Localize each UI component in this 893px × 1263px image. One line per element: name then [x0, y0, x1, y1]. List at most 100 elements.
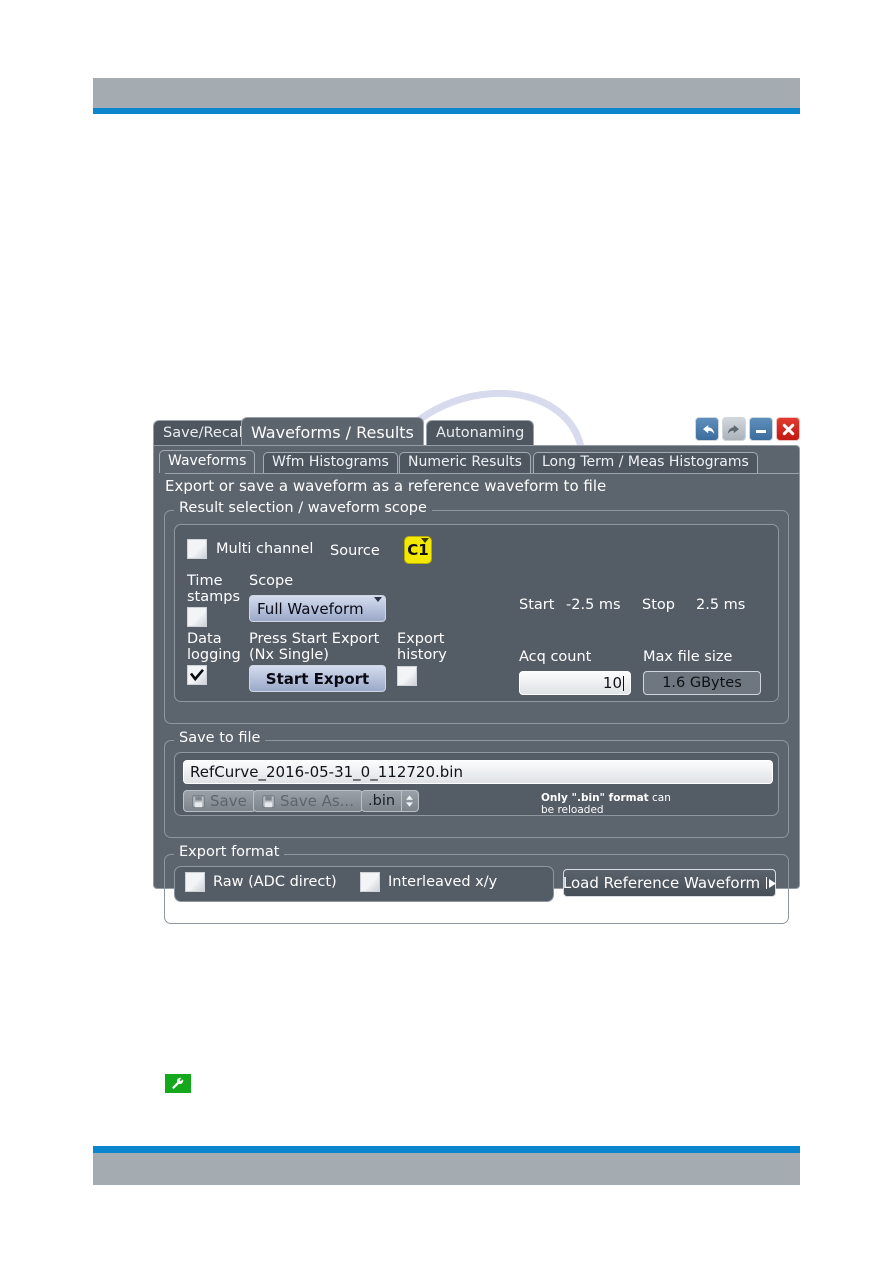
bin-format-note: Only ".bin" format can be reloaded — [541, 792, 671, 816]
subtab-waveforms[interactable]: Waveforms — [159, 450, 256, 473]
time-stamps-label-line2: stamps — [187, 589, 241, 605]
dialog-body: Waveforms Wfm Histograms Numeric Results… — [153, 445, 800, 924]
back-arrow-icon[interactable] — [695, 417, 719, 441]
press-start-export-line1: Press Start Export — [249, 631, 380, 647]
dialog-titlebar: Save/Recall Waveforms / Results Autonami… — [153, 417, 800, 445]
bin-format-note-line2: be reloaded — [541, 804, 604, 816]
tab-autonaming[interactable]: Autonaming — [426, 420, 535, 445]
start-label: Start — [519, 597, 555, 613]
floppy-icon — [192, 794, 205, 808]
press-start-export-line2: (Nx Single) — [249, 647, 329, 663]
file-format-spinner[interactable]: .bin — [361, 790, 419, 812]
export-history-label-line1: Export — [397, 631, 445, 647]
save-to-file-inner: RefCurve_2016-05-31_0_112720.bin Save Sa… — [174, 752, 779, 816]
time-stamps-checkbox[interactable] — [187, 607, 207, 627]
wrench-icon — [165, 1074, 191, 1093]
subtab-numeric-results-label: Numeric Results — [408, 454, 522, 470]
data-logging-label-line2: logging — [187, 647, 241, 663]
forward-arrow-icon[interactable] — [722, 417, 746, 441]
source-value: C1 — [407, 541, 429, 559]
data-logging-label: Data logging — [187, 631, 241, 663]
interleaved-xy-checkbox[interactable] — [360, 872, 380, 892]
start-value: -2.5 ms — [566, 597, 621, 613]
window-controls — [695, 417, 800, 441]
result-selection-group: Result selection / waveform scope Multi … — [164, 500, 789, 724]
page-footer-bar — [93, 1146, 800, 1185]
export-format-group: Export format Raw (ADC direct) Interleav… — [164, 844, 789, 924]
export-history-checkbox[interactable] — [397, 666, 417, 686]
acq-count-input[interactable]: 10 — [519, 671, 631, 695]
bin-format-note-rest: can — [648, 792, 671, 804]
minimize-icon[interactable] — [749, 417, 773, 441]
max-file-size-label: Max file size — [643, 649, 733, 665]
start-export-button[interactable]: Start Export — [249, 665, 386, 692]
tab-autonaming-label: Autonaming — [436, 425, 525, 441]
scope-dropdown[interactable]: Full Waveform — [249, 595, 386, 622]
chevron-down-icon — [374, 597, 382, 602]
filename-input[interactable]: RefCurve_2016-05-31_0_112720.bin — [183, 760, 773, 784]
subtab-numeric-results[interactable]: Numeric Results — [399, 452, 531, 473]
bin-format-note-bold: Only ".bin" format — [541, 792, 649, 804]
press-start-export-hint: Press Start Export (Nx Single) — [249, 631, 379, 663]
raw-adc-row: Raw (ADC direct) — [185, 872, 337, 892]
max-file-size-value: 1.6 GBytes — [662, 675, 742, 691]
result-selection-inner: Multi channel Source C1 Time stamps Data… — [174, 524, 779, 702]
interleaved-row: Interleaved x/y — [360, 872, 497, 892]
spinner-arrows[interactable] — [401, 791, 417, 811]
source-select-button[interactable]: C1 — [404, 536, 432, 564]
stop-value: 2.5 ms — [696, 597, 746, 613]
sub-tab-row: Waveforms Wfm Histograms Numeric Results… — [159, 450, 799, 473]
acq-count-value: 10 — [602, 674, 622, 692]
source-label: Source — [330, 543, 380, 559]
submenu-arrow-icon — [766, 877, 777, 889]
raw-adc-direct-checkbox[interactable] — [185, 872, 205, 892]
file-format-value: .bin — [368, 793, 396, 809]
chevron-up-icon — [406, 795, 414, 800]
subtab-wfm-histograms[interactable]: Wfm Histograms — [263, 452, 398, 473]
chevron-down-icon — [421, 538, 429, 543]
interleaved-xy-label: Interleaved x/y — [388, 874, 498, 890]
subtab-long-term-label: Long Term / Meas Histograms — [542, 454, 749, 470]
subtab-long-term-meas-histograms[interactable]: Long Term / Meas Histograms — [533, 452, 758, 473]
close-icon[interactable] — [776, 417, 800, 441]
save-button[interactable]: Save — [183, 790, 256, 812]
tab-waveforms-results-label: Waveforms / Results — [251, 423, 414, 442]
save-to-file-group: Save to file RefCurve_2016-05-31_0_11272… — [164, 730, 789, 838]
raw-adc-direct-label: Raw (ADC direct) — [213, 874, 337, 890]
time-stamps-label-line1: Time — [187, 573, 223, 589]
multi-channel-row: Multi channel — [187, 539, 313, 559]
result-selection-caption: Result selection / waveform scope — [174, 500, 432, 516]
bin-format-note-line1: Only ".bin" format can — [541, 792, 671, 804]
export-history-label: Export history — [397, 631, 447, 663]
max-file-size-value-field: 1.6 GBytes — [643, 671, 761, 695]
filename-value: RefCurve_2016-05-31_0_112720.bin — [190, 763, 463, 781]
tab-waveforms-results[interactable]: Waveforms / Results — [241, 417, 424, 445]
page-header-bar — [93, 78, 800, 114]
multi-channel-checkbox[interactable] — [187, 539, 207, 559]
load-reference-waveform-button[interactable]: Load Reference Waveform — [562, 869, 777, 897]
file-menu-label[interactable]: File — [659, 420, 691, 438]
save-as-button[interactable]: Save As... — [253, 790, 363, 812]
save-button-label: Save — [210, 792, 247, 810]
data-logging-label-line1: Data — [187, 631, 222, 647]
subtab-wfm-histograms-label: Wfm Histograms — [272, 454, 389, 470]
export-history-label-line2: history — [397, 647, 447, 663]
scope-value: Full Waveform — [257, 599, 364, 618]
save-as-button-label: Save As... — [280, 792, 354, 810]
export-format-options: Raw (ADC direct) Interleaved x/y — [174, 866, 554, 902]
acq-count-label: Acq count — [519, 649, 592, 665]
scope-label: Scope — [249, 573, 294, 589]
floppy-icon — [262, 794, 275, 808]
save-to-file-caption: Save to file — [174, 730, 266, 746]
start-export-button-label: Start Export — [265, 669, 370, 688]
chevron-down-icon — [406, 802, 414, 807]
text-cursor — [623, 675, 624, 691]
file-dialog: Save/Recall Waveforms / Results Autonami… — [153, 417, 800, 924]
dialog-intro-text: Export or save a waveform as a reference… — [165, 473, 799, 496]
multi-channel-label: Multi channel — [216, 541, 314, 557]
load-reference-waveform-label: Load Reference Waveform — [562, 874, 761, 892]
stop-label: Stop — [642, 597, 675, 613]
data-logging-checkbox[interactable] — [187, 665, 207, 685]
export-format-caption: Export format — [174, 844, 285, 860]
tab-save-recall-label: Save/Recall — [163, 425, 247, 441]
